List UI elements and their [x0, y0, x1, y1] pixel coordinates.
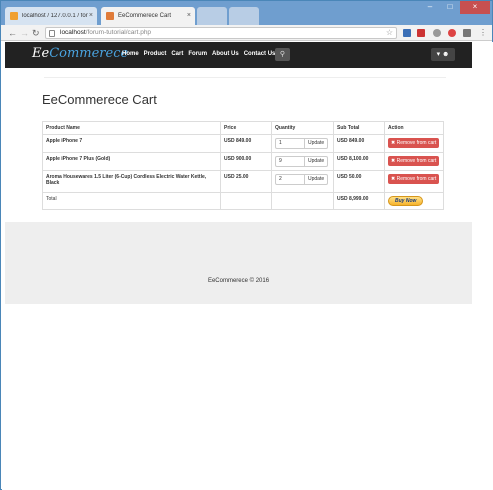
table-row: Apple iPhone 7 USD 849.00 1 Update USD 8…	[42, 134, 444, 153]
tab-cart[interactable]: EeCommerece Cart ×	[101, 7, 195, 25]
extension-icon[interactable]	[417, 29, 425, 37]
menu-icon[interactable]: ⋮	[479, 28, 487, 38]
quantity-input[interactable]: 2	[275, 174, 305, 185]
product-subtotal: USD 50.00	[333, 170, 385, 193]
header-price: Price	[220, 121, 272, 135]
product-name: Apple iPhone 7	[42, 134, 221, 153]
nav-forum[interactable]: Forum	[188, 51, 207, 57]
action-cell: Buy Now	[384, 192, 444, 210]
site-navbar: EeCommerece Home Product Cart Forum Abou…	[5, 42, 472, 68]
new-tab-button[interactable]	[229, 7, 259, 25]
quantity-input[interactable]: 1	[275, 138, 305, 149]
action-cell: ✖ Remove from cart	[384, 134, 444, 153]
tab-strip: localhost / 127.0.0.1 / for × EeCommerec…	[1, 1, 492, 25]
header-product-name: Product Name	[42, 121, 221, 135]
brand-prefix: Ee	[32, 46, 50, 61]
favicon-icon	[10, 12, 18, 20]
header-quantity: Quantity	[271, 121, 334, 135]
table-header-row: Product Name Price Quantity Sub Total Ac…	[42, 121, 444, 135]
table-row: Aroma Housewares 1.5 Liter (6-Cup) Cordl…	[42, 170, 444, 193]
action-cell: ✖ Remove from cart	[384, 170, 444, 193]
minimize-icon[interactable]: –	[420, 1, 440, 14]
buy-now-button[interactable]: Buy Now	[388, 196, 424, 206]
maximize-icon[interactable]: □	[440, 1, 460, 14]
extension-icon[interactable]	[448, 29, 456, 37]
forward-icon[interactable]: →	[20, 28, 29, 38]
browser-toolbar: ← → ↻ localhost/forum-tutorial/cart.php …	[1, 25, 492, 41]
quantity-cell: 9 Update	[271, 152, 334, 171]
address-bar[interactable]: localhost/forum-tutorial/cart.php ☆	[45, 27, 397, 39]
header-sub-total: Sub Total	[333, 121, 385, 135]
table-row: Apple iPhone 7 Plus (Gold) USD 900.00 9 …	[42, 152, 444, 171]
search-icon[interactable]: ⚲	[275, 48, 290, 61]
product-subtotal: USD 8,100.00	[333, 152, 385, 171]
footer-copyright: EeCommerece © 2016	[207, 278, 270, 284]
empty-cell	[271, 192, 334, 210]
close-window-icon[interactable]: ×	[460, 1, 490, 14]
extension-icon[interactable]	[463, 29, 471, 37]
extension-icon[interactable]	[403, 29, 411, 37]
nav-about[interactable]: About Us	[212, 51, 239, 57]
quantity-cell: 2 Update	[271, 170, 334, 193]
reload-icon[interactable]: ↻	[32, 28, 40, 38]
empty-cell	[220, 192, 272, 210]
browser-window: localhost / 127.0.0.1 / for × EeCommerec…	[0, 0, 493, 490]
page-viewport: EeCommerece Home Product Cart Forum Abou…	[2, 42, 493, 490]
address-path: /forum-tutorial/cart.php	[85, 29, 152, 36]
nav-links: Home Product Cart Forum About Us Contact…	[122, 51, 280, 57]
nav-home[interactable]: Home	[122, 51, 139, 57]
back-icon[interactable]: ←	[8, 28, 17, 38]
account-dropdown-icon[interactable]: ▾ ☻	[431, 48, 455, 61]
update-button[interactable]: Update	[305, 174, 329, 185]
tab-ghost[interactable]	[197, 7, 227, 25]
page-icon	[49, 30, 55, 37]
action-cell: ✖ Remove from cart	[384, 152, 444, 171]
brand-logo[interactable]: EeCommerece	[32, 46, 128, 61]
remove-from-cart-button[interactable]: ✖ Remove from cart	[388, 138, 440, 148]
close-tab-icon[interactable]: ×	[89, 12, 93, 19]
remove-from-cart-button[interactable]: ✖ Remove from cart	[388, 174, 440, 184]
update-button[interactable]: Update	[305, 138, 329, 149]
favicon-icon	[106, 12, 114, 20]
product-name: Aroma Housewares 1.5 Liter (6-Cup) Cordl…	[42, 170, 221, 193]
nav-cart[interactable]: Cart	[171, 51, 183, 57]
cart-table: Product Name Price Quantity Sub Total Ac…	[42, 121, 444, 210]
divider	[44, 77, 446, 78]
address-host: localhost	[60, 29, 86, 36]
product-name: Apple iPhone 7 Plus (Gold)	[42, 152, 221, 171]
total-label: Total	[42, 192, 221, 210]
close-tab-icon[interactable]: ×	[187, 12, 191, 19]
total-value: USD 8,999.00	[333, 192, 385, 210]
brand-suffix: Commerece	[49, 46, 129, 61]
header-action: Action	[384, 121, 444, 135]
product-subtotal: USD 849.00	[333, 134, 385, 153]
remove-label: Remove from cart	[396, 140, 437, 146]
product-price: USD 900.00	[220, 152, 272, 171]
product-price: USD 849.00	[220, 134, 272, 153]
remove-from-cart-button[interactable]: ✖ Remove from cart	[388, 156, 440, 166]
product-price: USD 25.00	[220, 170, 272, 193]
remove-label: Remove from cart	[396, 158, 437, 164]
extension-icon[interactable]	[433, 29, 441, 37]
total-row: Total USD 8,999.00 Buy Now	[42, 192, 444, 210]
update-button[interactable]: Update	[305, 156, 329, 167]
nav-product[interactable]: Product	[144, 51, 167, 57]
quantity-cell: 1 Update	[271, 134, 334, 153]
site-footer: EeCommerece © 2016	[5, 222, 472, 304]
nav-contact[interactable]: Contact Us	[244, 51, 276, 57]
tab-phpmyadmin[interactable]: localhost / 127.0.0.1 / for ×	[5, 7, 97, 25]
remove-label: Remove from cart	[396, 176, 437, 182]
bookmark-star-icon[interactable]: ☆	[386, 28, 393, 38]
page-title: EeCommerece Cart	[42, 92, 157, 107]
tab-title: EeCommerece Cart	[118, 13, 172, 19]
window-controls: – □ ×	[420, 1, 490, 14]
tab-title: localhost / 127.0.0.1 / for	[22, 13, 88, 19]
quantity-input[interactable]: 9	[275, 156, 305, 167]
